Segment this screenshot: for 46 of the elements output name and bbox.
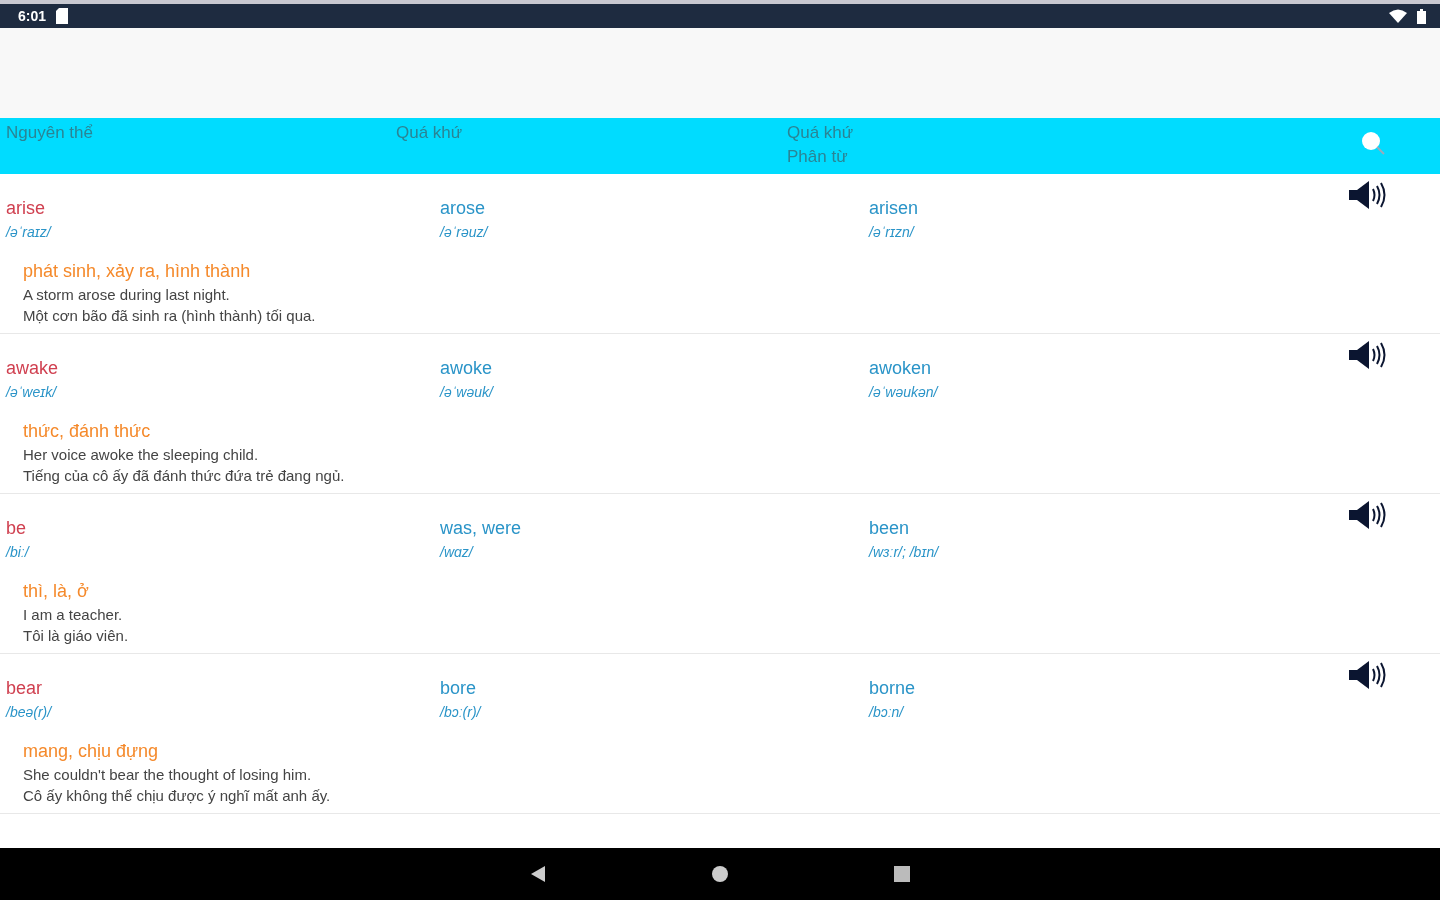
- example-translation: Một cơn bão đã sinh ra (hình thành) tối qua.: [23, 306, 316, 326]
- participle-word: awoken: [869, 357, 933, 380]
- meaning-text: thức, đánh thức: [23, 420, 151, 443]
- phonetic-text: /əˈwəuk/: [440, 383, 495, 402]
- infinitive-word: awake: [6, 357, 60, 380]
- infinitive-word: bear: [6, 677, 44, 700]
- past-word: arose: [440, 197, 487, 220]
- phonetic-text: /əˈweɪk/: [6, 383, 59, 402]
- phonetic-text: /bɔː(r)/: [440, 703, 483, 722]
- wifi-icon: [1389, 9, 1407, 23]
- infinitive-word: be: [6, 517, 28, 540]
- back-icon[interactable]: [529, 865, 547, 883]
- example-sentence: A storm arose during last night.: [23, 285, 230, 305]
- participle-word: arisen: [869, 197, 920, 220]
- column-header: Quá khứ Phân từ: [787, 122, 855, 168]
- participle-word: borne: [869, 677, 917, 700]
- past-word: was, were: [440, 517, 523, 540]
- meaning-text: mang, chịu đựng: [23, 740, 159, 763]
- battery-icon: [1417, 8, 1426, 24]
- home-icon[interactable]: [711, 865, 729, 883]
- column-header: Nguyên thể: [6, 122, 94, 144]
- phonetic-text: /wɑz/: [440, 543, 475, 562]
- past-word: bore: [440, 677, 478, 700]
- infinitive-word: arise: [6, 197, 46, 220]
- meaning-text: phát sinh, xảy ra, hình thành: [23, 260, 251, 283]
- phonetic-text: /bɔːn/: [869, 703, 906, 722]
- phonetic-text: /əˈrəuz/: [440, 223, 490, 242]
- phonetic-text: /əˈraɪz/: [6, 223, 53, 242]
- phonetic-text: /biː/: [6, 543, 31, 562]
- phonetic-text: /əˈwəukən/: [869, 383, 940, 402]
- status-time: 6:01: [18, 8, 47, 24]
- example-translation: Tôi là giáo viên.: [23, 626, 129, 646]
- example-sentence: I am a teacher.: [23, 605, 123, 625]
- phonetic-text: /beə(r)/: [6, 703, 54, 722]
- example-translation: Tiếng của cô ấy đã đánh thức đứa trẻ đang ngủ.: [23, 466, 345, 486]
- past-word: awoke: [440, 357, 494, 380]
- column-header: Quá khứ: [396, 122, 464, 144]
- participle-word: been: [869, 517, 911, 540]
- example-sentence: Her voice awoke the sleeping child.: [23, 445, 259, 465]
- meaning-text: thì, là, ở: [23, 580, 89, 603]
- phonetic-text: /wɜːr/; /bɪn/: [869, 543, 941, 562]
- phonetic-text: /əˈrɪzn/: [869, 223, 916, 242]
- example-translation: Cô ấy không thể chịu được ý nghĩ mất anh ấy.: [23, 786, 331, 806]
- sd-card-icon: [56, 8, 69, 24]
- example-sentence: She couldn't bear the thought of losing him.: [23, 765, 312, 785]
- recents-icon[interactable]: [893, 865, 911, 883]
